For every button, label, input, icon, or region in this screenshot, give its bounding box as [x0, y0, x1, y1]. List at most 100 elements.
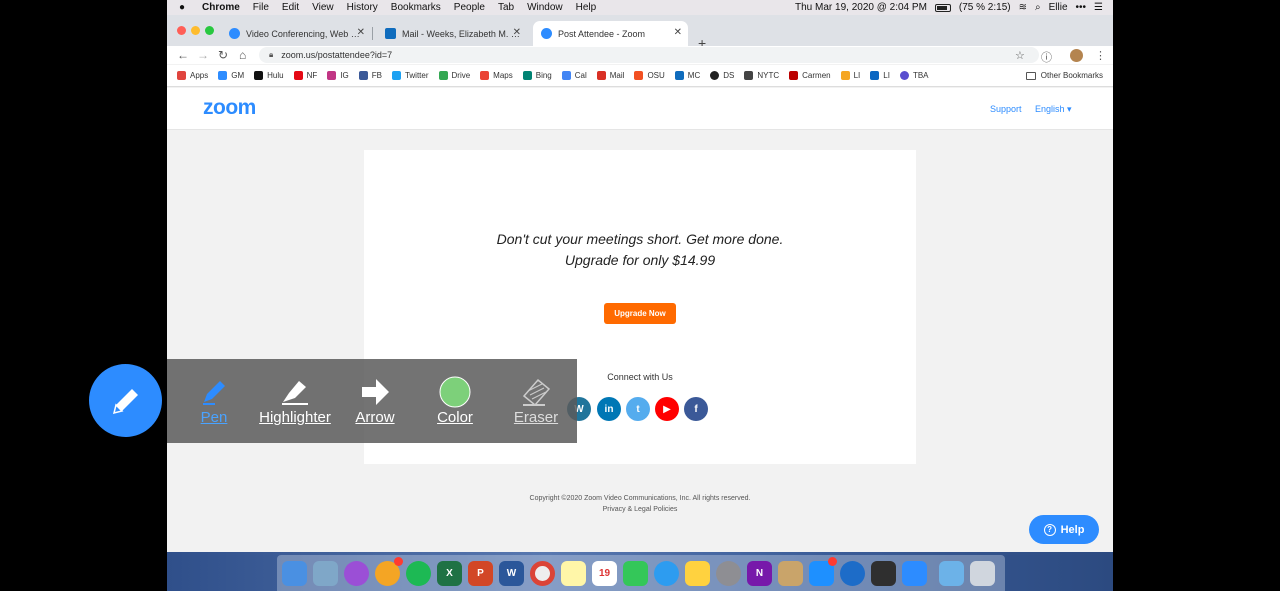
apps-grid-icon — [177, 71, 186, 80]
bookmark-nytc[interactable]: NYTC — [744, 71, 779, 80]
other-bookmarks[interactable]: Other Bookmarks — [1025, 71, 1103, 80]
bookmark-star-icon[interactable]: ☆ — [1015, 49, 1025, 62]
eraser-tool[interactable]: Eraser — [496, 359, 576, 443]
photos-icon[interactable] — [375, 556, 403, 586]
bookmark-bing[interactable]: Bing — [522, 71, 552, 80]
bookmark-osu[interactable]: OSU — [634, 71, 665, 80]
menu-bookmarks[interactable]: Bookmarks — [391, 2, 441, 13]
bookmark-mail[interactable]: Mail — [596, 71, 624, 80]
reload-icon[interactable]: ↻ — [218, 48, 228, 62]
trash-icon[interactable] — [970, 560, 995, 586]
forward-arrow-icon[interactable]: → — [197, 48, 209, 62]
profile-avatar[interactable] — [1070, 49, 1083, 62]
window-minimize-button[interactable] — [191, 26, 200, 35]
more-icon[interactable]: ••• — [1076, 2, 1087, 13]
notes-icon[interactable] — [561, 560, 586, 586]
preview-icon[interactable] — [313, 560, 338, 586]
spotlight-search-icon[interactable]: ⌕ — [1035, 2, 1041, 13]
address-bar[interactable]: 🔒︎ zoom.us/postattendee?id=7 — [259, 47, 1039, 63]
bookmark-gm[interactable]: GM — [218, 71, 244, 80]
battery-status[interactable]: (75 % 2:15) — [959, 2, 1011, 13]
tab-video-conferencing[interactable]: Video Conferencing, Web Confe ✕ — [221, 21, 371, 46]
arrow-tool[interactable]: Arrow — [335, 359, 415, 443]
excel-icon[interactable]: X — [437, 560, 462, 586]
menu-tab[interactable]: Tab — [498, 2, 514, 13]
home-icon[interactable]: ⌂ — [239, 48, 246, 62]
bookmark-nf[interactable]: NF — [293, 71, 317, 80]
bookmark-twitter[interactable]: Twitter — [391, 71, 429, 80]
battery-icon[interactable] — [934, 3, 951, 12]
app-store-icon[interactable] — [809, 556, 837, 586]
tab-close-icon[interactable]: ✕ — [357, 27, 365, 38]
system-preferences-icon[interactable] — [716, 560, 741, 586]
help-button[interactable]: ? Help — [1029, 515, 1099, 544]
window-zoom-button[interactable] — [205, 26, 214, 35]
tab-post-attendee[interactable]: Post Attendee - Zoom ✕ — [533, 21, 688, 46]
menu-window[interactable]: Window — [527, 2, 563, 13]
onepassword-icon[interactable] — [840, 560, 865, 586]
youtube-icon[interactable]: ▶ — [655, 397, 679, 421]
window-close-button[interactable] — [177, 26, 186, 35]
bookmark-drive[interactable]: Drive — [438, 71, 470, 80]
menubar-user[interactable]: Ellie — [1049, 2, 1068, 13]
menu-view[interactable]: View — [312, 2, 334, 13]
language-selector[interactable]: English ▾ — [1035, 104, 1072, 115]
notification-center-icon[interactable]: ☰ — [1094, 2, 1103, 13]
onenote-icon[interactable]: N — [747, 560, 772, 586]
bookmark-apps[interactable]: Apps — [177, 71, 208, 80]
finder-icon[interactable] — [282, 560, 307, 586]
messages-icon[interactable] — [654, 560, 679, 586]
tab-mail[interactable]: Mail - Weeks, Elizabeth M. - Outl ✕ — [377, 21, 527, 46]
menu-people[interactable]: People — [454, 2, 485, 13]
highlighter-tool[interactable]: Highlighter — [255, 359, 335, 443]
support-link[interactable]: Support — [990, 104, 1022, 114]
notebook-icon[interactable] — [778, 560, 803, 586]
bookmark-fb[interactable]: FB — [358, 71, 382, 80]
facetime-icon[interactable] — [623, 560, 648, 586]
menu-app-name[interactable]: Chrome — [202, 2, 240, 13]
tab-close-icon[interactable]: ✕ — [674, 27, 682, 38]
word-icon[interactable]: W — [499, 560, 524, 586]
lock-icon[interactable]: 🔒︎ — [269, 50, 273, 60]
address-url[interactable]: zoom.us/postattendee?id=7 — [281, 50, 392, 60]
extension-icon[interactable]: ⓘ — [1041, 49, 1052, 65]
bookmark-cal[interactable]: Cal — [561, 71, 587, 80]
linkedin-icon[interactable]: in — [597, 397, 621, 421]
downloads-folder-icon[interactable] — [939, 560, 964, 586]
facebook-icon[interactable]: f — [684, 397, 708, 421]
kindle-icon[interactable] — [871, 560, 896, 586]
bookmark-mc[interactable]: MC — [674, 71, 700, 80]
annotation-pen-button[interactable] — [89, 364, 162, 437]
zoom-logo[interactable]: zoom — [203, 96, 256, 120]
powerpoint-icon[interactable]: P — [468, 560, 493, 586]
color-tool[interactable]: Color — [415, 359, 495, 443]
bookmark-li-1[interactable]: LI — [840, 71, 860, 80]
podcasts-icon[interactable] — [344, 560, 369, 586]
privacy-link[interactable]: Privacy & Legal Policies — [167, 506, 1113, 513]
bookmark-li-2[interactable]: LI — [870, 71, 890, 80]
tab-close-icon[interactable]: ✕ — [513, 27, 521, 38]
menubar-datetime[interactable]: Thu Mar 19, 2020 @ 2:04 PM — [795, 2, 927, 13]
menu-help[interactable]: Help — [576, 2, 597, 13]
spotify-icon[interactable] — [406, 560, 431, 586]
wifi-icon[interactable]: ≋ — [1019, 2, 1027, 13]
pen-tool[interactable]: Pen — [174, 359, 254, 443]
chrome-menu-icon[interactable]: ⋮ — [1095, 49, 1106, 62]
menu-edit[interactable]: Edit — [282, 2, 299, 13]
bookmark-ds[interactable]: DS — [710, 71, 734, 80]
menu-file[interactable]: File — [253, 2, 269, 13]
back-arrow-icon[interactable]: ← — [177, 48, 189, 62]
apple-menu-icon[interactable]: ● — [179, 2, 191, 13]
zoom-app-icon[interactable] — [902, 560, 927, 586]
tips-icon[interactable] — [685, 560, 710, 586]
twitter-icon[interactable]: t — [626, 397, 650, 421]
bookmark-ig[interactable]: IG — [327, 71, 349, 80]
chrome-icon[interactable] — [530, 560, 555, 586]
calendar-icon[interactable]: 19 — [592, 560, 617, 586]
upgrade-now-button[interactable]: Upgrade Now — [604, 303, 676, 324]
bookmark-carmen[interactable]: Carmen — [789, 71, 831, 80]
bookmark-tba[interactable]: TBA — [899, 71, 929, 80]
bookmark-maps[interactable]: Maps — [480, 71, 513, 80]
bookmark-hulu[interactable]: Hulu — [254, 71, 284, 80]
menu-history[interactable]: History — [347, 2, 378, 13]
